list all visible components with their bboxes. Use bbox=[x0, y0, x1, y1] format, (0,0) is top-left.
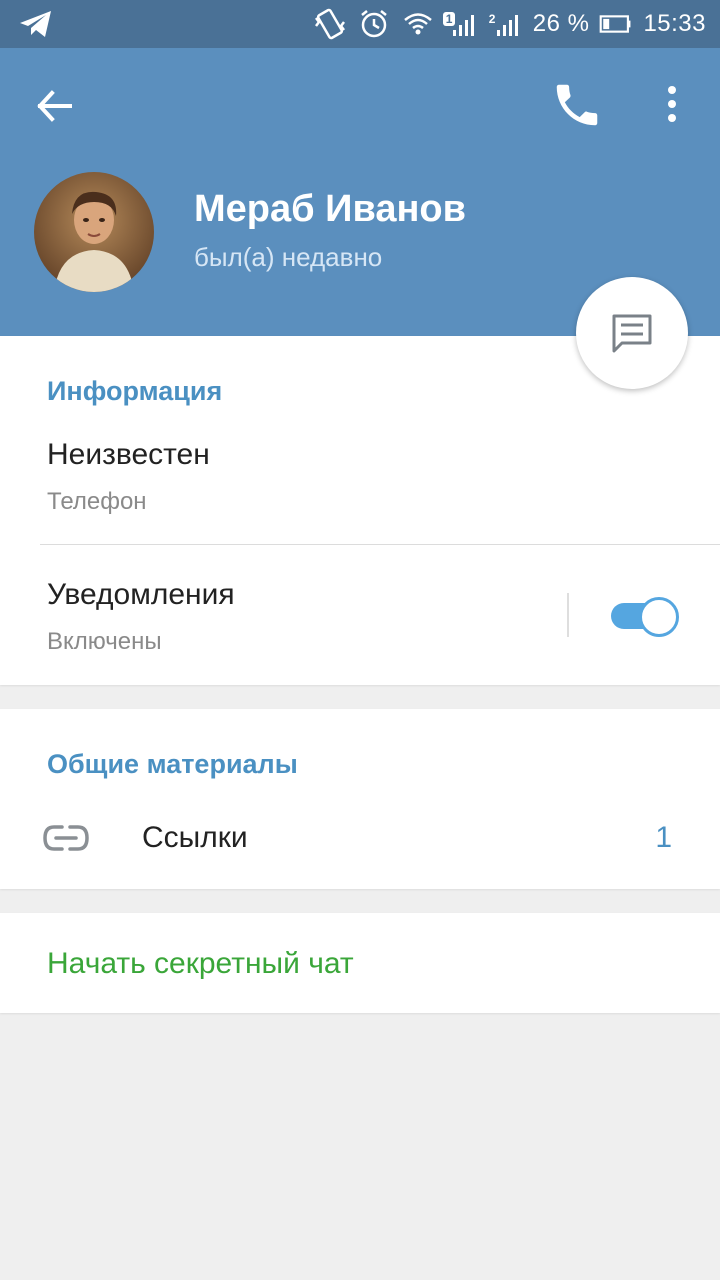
clock: 15:33 bbox=[643, 10, 706, 37]
phone-label: Телефон bbox=[47, 488, 147, 515]
divider bbox=[40, 544, 720, 545]
more-vert-icon bbox=[668, 86, 676, 122]
shared-media-section: Общие материалы Ссылки 1 bbox=[0, 709, 720, 889]
more-options-button[interactable] bbox=[650, 78, 694, 132]
wifi-icon bbox=[401, 8, 435, 40]
link-icon bbox=[43, 825, 89, 851]
notifications-status: Включены bbox=[47, 628, 162, 655]
links-label: Ссылки bbox=[142, 821, 248, 854]
status-icons: 1 2 26 % 15:33 bbox=[313, 0, 706, 48]
profile-name: Мераб Иванов bbox=[194, 188, 466, 230]
phone-value: Неизвестен bbox=[47, 438, 210, 471]
back-arrow-icon bbox=[37, 90, 72, 122]
signal-icon: 1 bbox=[442, 8, 479, 40]
battery-percent: 26 % bbox=[532, 10, 590, 37]
notifications-title: Уведомления bbox=[47, 578, 235, 611]
profile-last-seen: был(а) недавно bbox=[194, 242, 383, 272]
secret-chat-section: Начать секретный чат bbox=[0, 913, 720, 1013]
signal-icon: 2 bbox=[489, 8, 523, 40]
vibrate-icon bbox=[313, 8, 347, 40]
phone-icon bbox=[556, 84, 598, 126]
phone-row[interactable]: Неизвестен Телефон bbox=[0, 426, 720, 544]
telegram-icon bbox=[18, 8, 54, 40]
toggle-knob bbox=[639, 597, 679, 637]
alarm-icon bbox=[357, 8, 391, 40]
call-button[interactable] bbox=[550, 78, 604, 132]
message-icon bbox=[612, 314, 652, 353]
send-message-button[interactable] bbox=[576, 277, 688, 389]
notifications-toggle[interactable] bbox=[609, 596, 679, 637]
info-section: Информация Неизвестен Телефон Уведомлени… bbox=[0, 336, 720, 685]
links-count: 1 bbox=[655, 821, 672, 854]
start-secret-chat-button[interactable]: Начать секретный чат bbox=[47, 947, 354, 981]
battery-icon bbox=[599, 8, 633, 40]
back-button[interactable] bbox=[30, 82, 82, 130]
notifications-row[interactable]: Уведомления Включены bbox=[0, 546, 560, 676]
status-bar: 1 2 26 % 15:33 bbox=[0, 0, 720, 48]
avatar[interactable] bbox=[34, 172, 154, 292]
section-header-shared-media: Общие материалы bbox=[47, 749, 298, 779]
section-header-info: Информация bbox=[47, 376, 223, 406]
links-row[interactable]: Ссылки 1 bbox=[0, 799, 720, 879]
vertical-divider bbox=[567, 593, 569, 637]
